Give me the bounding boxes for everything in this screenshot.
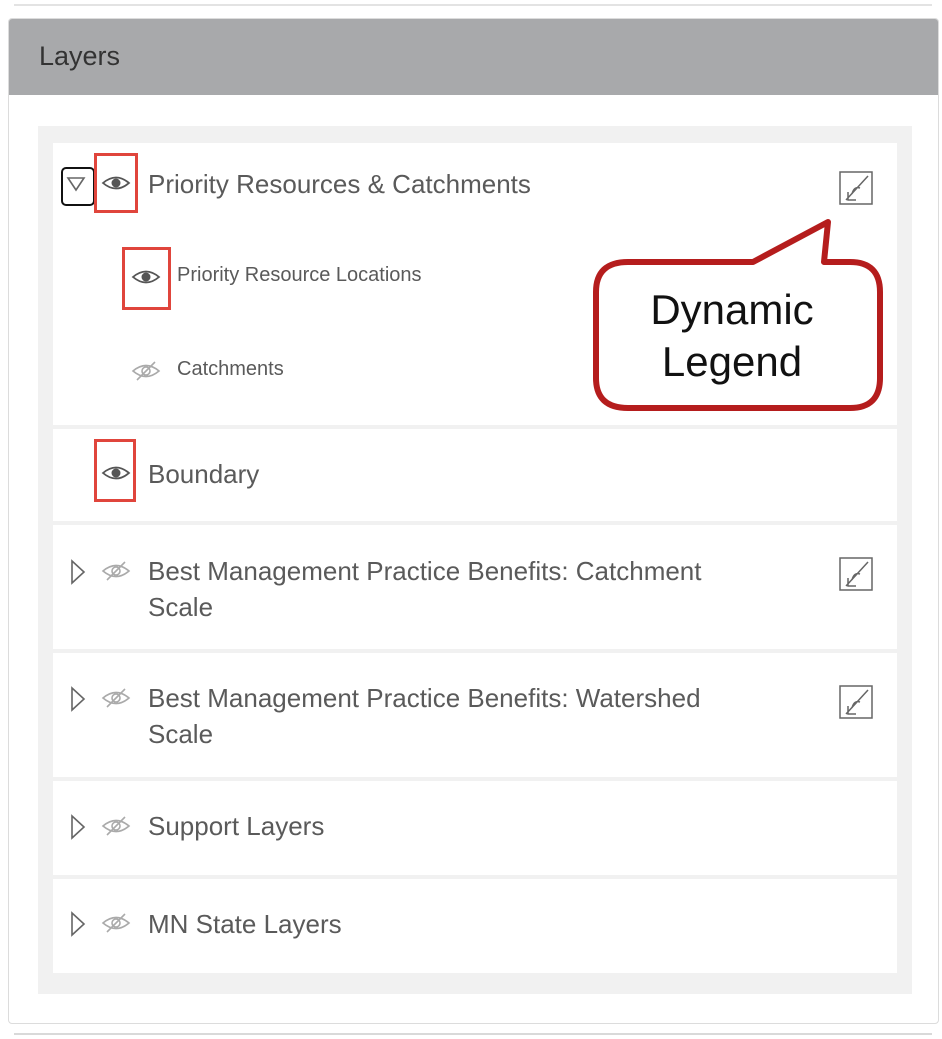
- layer-label[interactable]: MN State Layers: [148, 906, 342, 942]
- eye-off-icon[interactable]: [131, 360, 161, 382]
- bottom-divider: [14, 1033, 932, 1035]
- expand-triangle-icon[interactable]: [70, 559, 86, 585]
- expand-triangle-icon[interactable]: [70, 814, 86, 840]
- layer-label[interactable]: Boundary: [148, 456, 259, 492]
- eye-icon[interactable]: [131, 266, 161, 288]
- eye-icon[interactable]: [101, 462, 131, 484]
- layer-label-line1[interactable]: Best Management Practice Benefits: Catch…: [148, 553, 702, 589]
- callout-text: Dynamic Legend: [598, 284, 866, 388]
- eye-off-icon[interactable]: [101, 560, 131, 582]
- top-divider: [14, 4, 932, 6]
- legend-icon[interactable]: [838, 684, 874, 720]
- panel-title: Layers: [39, 41, 121, 71]
- eye-off-icon[interactable]: [101, 912, 131, 934]
- sublayer-label[interactable]: Catchments: [177, 354, 284, 384]
- layer-label[interactable]: Support Layers: [148, 808, 324, 844]
- sublayer-label[interactable]: Priority Resource Locations: [177, 260, 422, 290]
- expand-triangle-icon[interactable]: [70, 686, 86, 712]
- expand-triangle-icon[interactable]: [70, 911, 86, 937]
- eye-off-icon[interactable]: [101, 815, 131, 837]
- legend-icon[interactable]: [838, 556, 874, 592]
- layer-label[interactable]: Priority Resources & Catchments: [148, 166, 531, 202]
- eye-icon[interactable]: [101, 172, 131, 194]
- legend-icon[interactable]: [838, 170, 874, 206]
- layer-label-line2[interactable]: Scale: [148, 716, 213, 752]
- expand-triangle-open-icon[interactable]: [66, 176, 86, 192]
- layer-label-line2[interactable]: Scale: [148, 589, 213, 625]
- eye-off-icon[interactable]: [101, 687, 131, 709]
- layer-label-line1[interactable]: Best Management Practice Benefits: Water…: [148, 680, 701, 716]
- callout-line2: Legend: [661, 338, 803, 385]
- callout-line1: Dynamic: [650, 286, 814, 333]
- panel-header: Layers: [9, 19, 938, 95]
